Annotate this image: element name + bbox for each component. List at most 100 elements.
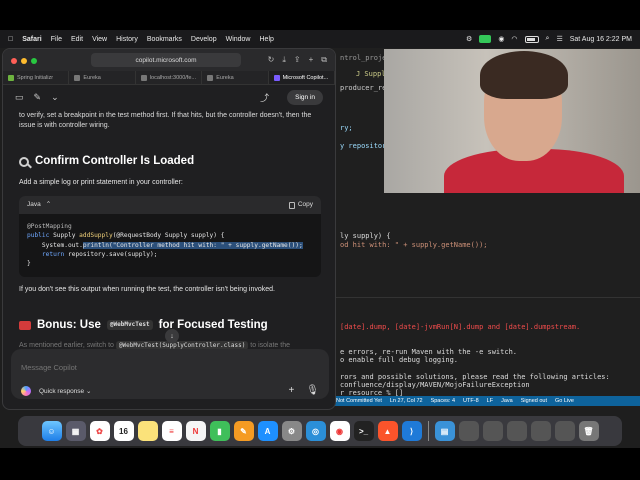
menu-history[interactable]: History [116, 36, 138, 43]
tab-copilot[interactable]: Microsoft Copilot... [268, 71, 335, 84]
code-line: od hit with: " + supply.getName()); [340, 241, 488, 249]
dock: ☺ ▦ ✿ 16 ≡ N ▮ ✎ A ⚙ ◎ ◉ >_ ▲ ⟩ ▤ 🗑 [18, 416, 622, 446]
battery-icon[interactable] [524, 35, 539, 43]
close-window-button[interactable] [11, 58, 17, 64]
camera-indicator-icon[interactable] [479, 35, 492, 43]
copilot-toolbar: ▭ ✎ ⌄ ⤴ Sign in [3, 85, 335, 109]
menu-edit[interactable]: Edit [71, 36, 83, 43]
tab-eureka-1[interactable]: Eureka [69, 71, 136, 84]
address-bar[interactable]: copilot.microsoft.com [91, 53, 241, 67]
status-spaces[interactable]: Spaces: 4 [431, 398, 455, 404]
window-thumbnail[interactable] [458, 421, 479, 441]
menu-bar:  Safari File Edit View History Bookmark… [0, 30, 640, 48]
status-language[interactable]: Java [501, 398, 513, 404]
news-icon[interactable]: N [185, 421, 206, 441]
status-eol[interactable]: LF [487, 398, 493, 404]
numbers-icon[interactable]: ▮ [209, 421, 230, 441]
new-tab-icon[interactable]: + [309, 55, 314, 65]
apple-icon[interactable]:  [8, 36, 13, 43]
chrome-icon[interactable]: ◉ [329, 421, 350, 441]
photos-icon[interactable]: ✿ [89, 421, 110, 441]
add-attachment-icon[interactable]: + [288, 385, 294, 396]
menu-help[interactable]: Help [260, 36, 274, 43]
terminal-icon[interactable]: >_ [353, 421, 374, 441]
tab-localhost[interactable]: localhost:3000/fe... [136, 71, 203, 84]
menu-develop[interactable]: Develop [191, 36, 217, 43]
window-thumbnail[interactable] [554, 421, 575, 441]
safari-icon[interactable]: ◎ [305, 421, 326, 441]
control-center-icon[interactable]: ☰ [556, 35, 562, 43]
window-thumbnail[interactable] [506, 421, 527, 441]
calendar-icon[interactable]: 16 [113, 421, 134, 441]
status-cursor[interactable]: Ln 27, Col 72 [390, 398, 423, 404]
tab-spring-initializr[interactable]: Spring Initializr [3, 71, 70, 84]
status-account[interactable]: Signed out [521, 398, 547, 404]
copy-code-button[interactable]: Copy [288, 200, 313, 209]
tab-overview-icon[interactable]: ⧉ [321, 55, 327, 65]
finder-icon[interactable]: ☺ [41, 421, 62, 441]
menu-bookmarks[interactable]: Bookmarks [147, 36, 182, 43]
share-icon[interactable]: ⇪ [294, 55, 301, 65]
share-chat-icon[interactable]: ⤴ [260, 91, 269, 104]
person-hair [480, 51, 568, 99]
code-language: Java [27, 201, 41, 209]
record-icon[interactable]: ◉ [498, 35, 504, 43]
terminal-header [330, 297, 640, 313]
reload-icon[interactable]: ↻ [268, 55, 275, 65]
trash-icon[interactable]: 🗑 [578, 421, 599, 441]
downloads-folder-icon[interactable]: ▤ [434, 421, 455, 441]
mode-selector[interactable]: Quick response ⌄ [39, 387, 91, 395]
page-icon [207, 74, 214, 81]
notes-icon[interactable] [137, 421, 158, 441]
status-git[interactable]: Not Committed Yet [336, 398, 382, 404]
terminal-line: rors and possible solutions, please read… [340, 373, 610, 381]
sign-in-button[interactable]: Sign in [287, 89, 323, 105]
launchpad-icon[interactable]: ▦ [65, 421, 86, 441]
window-thumbnail[interactable] [482, 421, 503, 441]
code-block-header: Java ⌃ Copy [19, 196, 321, 215]
response-heading: Confirm Controller Is Loaded [19, 153, 321, 170]
code-block: Java ⌃ Copy @PostMapping public Supply a… [19, 196, 321, 277]
chevron-up-icon[interactable]: ⌃ [46, 200, 51, 209]
safari-window: copilot.microsoft.com ↻ ⤓ ⇪ + ⧉ Spring I… [2, 48, 336, 410]
page-icon [74, 74, 81, 81]
arrow-down-icon: ↓ [170, 332, 174, 340]
wifi-icon[interactable]: ◠ [511, 35, 517, 43]
status-menus: ⚙ ◉ ◠ ⌕ ☰ Sat Aug 16 2:22 PM [466, 35, 632, 43]
menu-file[interactable]: File [51, 36, 62, 43]
code-line: ry; [340, 124, 353, 132]
minimize-window-button[interactable] [21, 58, 27, 64]
scroll-down-button[interactable]: ↓ [165, 329, 179, 343]
tab-eureka-2[interactable]: Eureka [202, 71, 269, 84]
terminal-line: o enable full debug logging. [340, 356, 459, 364]
download-icon[interactable]: ⤓ [282, 55, 286, 65]
selected-text[interactable]: println("Controller method hit with: " +… [82, 241, 303, 249]
menu-window[interactable]: Window [226, 36, 251, 43]
system-settings-icon[interactable]: ⚙ [281, 421, 302, 441]
app-store-icon[interactable]: A [257, 421, 278, 441]
microphone-icon[interactable]: 🎙 [306, 385, 319, 396]
spring-icon [8, 74, 14, 81]
status-go-live[interactable]: Go Live [555, 398, 574, 404]
message-input[interactable] [21, 363, 319, 372]
response-paragraph: If you don't see this output when runnin… [19, 285, 275, 293]
reminders-icon[interactable]: ≡ [161, 421, 182, 441]
chevron-down-icon: ⌄ [85, 387, 92, 395]
code-line: y repository [340, 142, 391, 150]
gear-icon[interactable]: ⚙ [466, 35, 472, 43]
menu-app-name[interactable]: Safari [22, 36, 41, 43]
chevron-down-icon[interactable]: ⌄ [51, 92, 59, 103]
zoom-window-button[interactable] [31, 58, 37, 64]
brave-icon[interactable]: ▲ [377, 421, 398, 441]
vscode-icon[interactable]: ⟩ [401, 421, 422, 441]
terminal-line: e errors, re-run Maven with the -e switc… [340, 348, 518, 356]
status-encoding[interactable]: UTF-8 [463, 398, 479, 404]
window-thumbnail[interactable] [530, 421, 551, 441]
menu-view[interactable]: View [92, 36, 107, 43]
search-icon[interactable]: ⌕ [546, 35, 550, 43]
composer-controls: Quick response ⌄ + 🎙 [21, 385, 319, 396]
menu-clock[interactable]: Sat Aug 16 2:22 PM [570, 36, 632, 43]
sidebar-toggle-icon[interactable]: ▭ [15, 92, 24, 103]
new-chat-icon[interactable]: ✎ [34, 92, 42, 103]
pages-icon[interactable]: ✎ [233, 421, 254, 441]
